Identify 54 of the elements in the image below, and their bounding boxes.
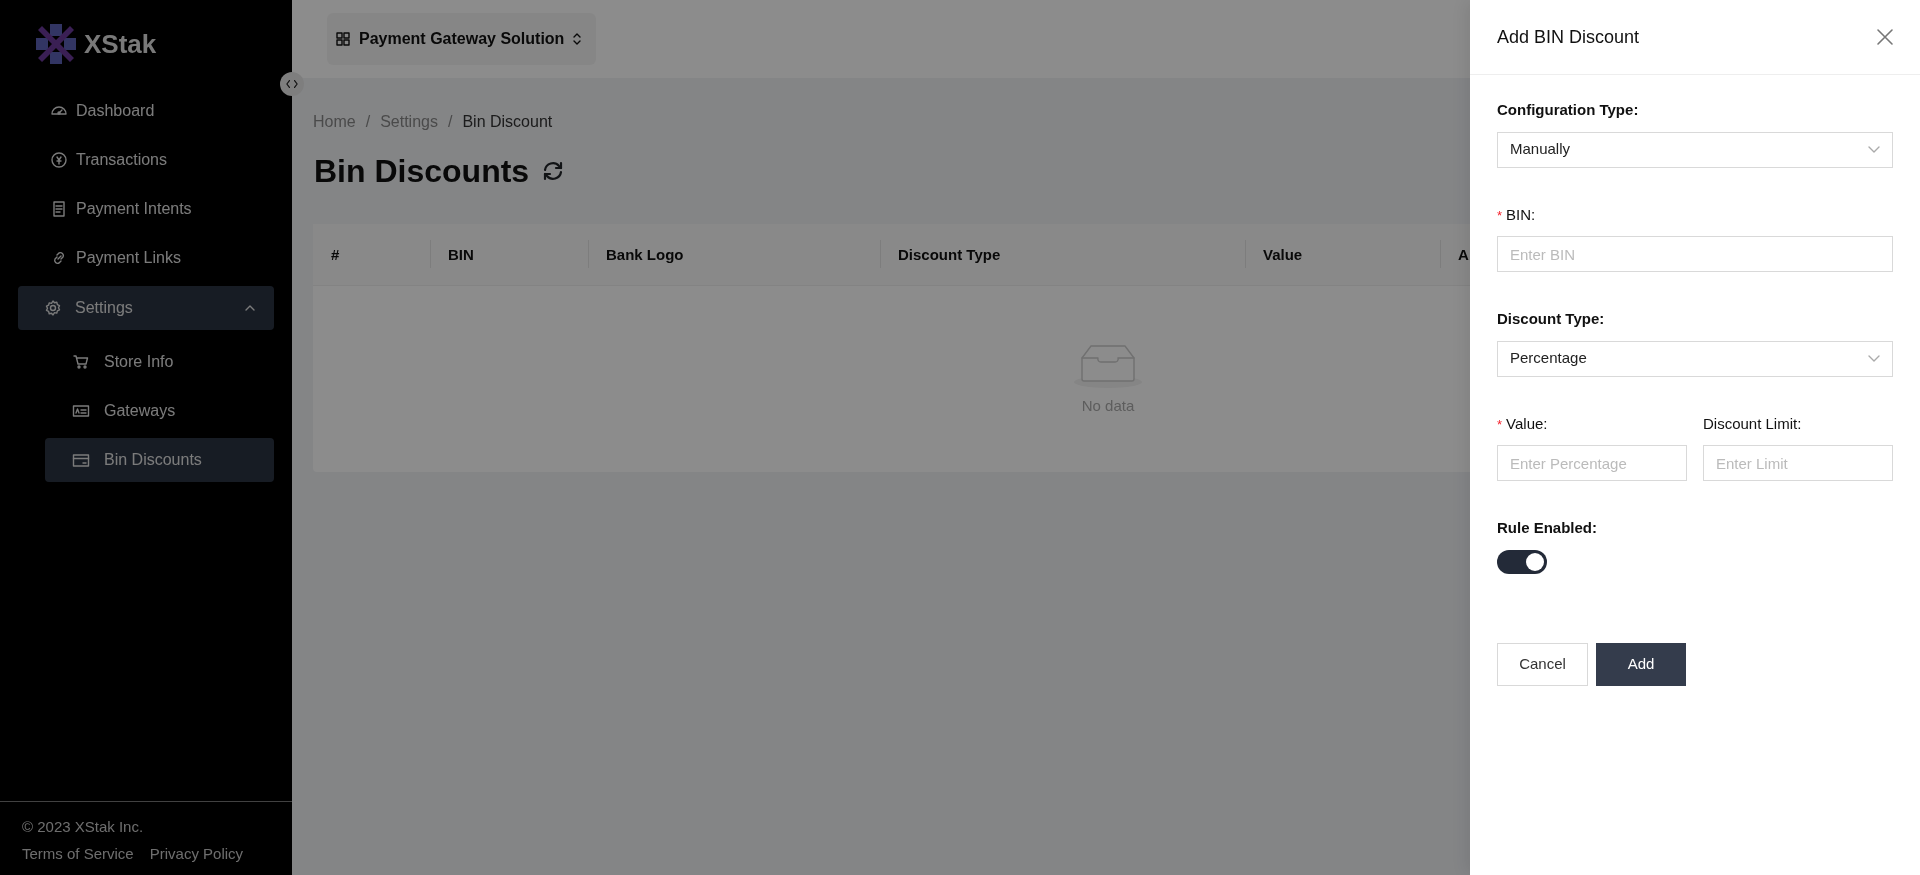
add-button[interactable]: Add (1596, 642, 1686, 686)
breadcrumb-item: Bin Discount (462, 112, 553, 132)
sidebar-item[interactable]: Dashboard (18, 86, 274, 135)
document-icon (50, 199, 68, 218)
chevron-icon (1868, 354, 1880, 363)
footer-link[interactable]: Privacy Policy (149, 842, 244, 865)
field-label: * BIN: (1497, 204, 1537, 225)
input-field[interactable]: Enter Percentage (1497, 445, 1687, 481)
drawer-title: Add BIN Discount (1497, 25, 1640, 49)
input-field[interactable]: Enter BIN (1497, 236, 1893, 272)
field-label: Configuration Type: (1497, 100, 1640, 120)
footer-link[interactable]: Terms of Service (22, 842, 134, 865)
column-header: Discount Type (880, 243, 1245, 267)
column-header: A (1440, 243, 1470, 267)
sort-icon (572, 32, 583, 46)
column-header: # (330, 244, 341, 265)
field-label: Discount Limit: (1703, 413, 1803, 434)
sidebar-item[interactable]: Bin Discounts (45, 438, 274, 482)
field-label: * Value: (1497, 413, 1549, 434)
collapse-button[interactable] (280, 72, 304, 96)
sidebar-item[interactable]: Payment Links (18, 233, 274, 282)
breadcrumb-separator: / (365, 112, 371, 132)
select-field[interactable]: Percentage (1497, 340, 1893, 377)
column-header: Bank Logo (588, 243, 880, 267)
grid-icon (335, 31, 351, 47)
sidebar-item[interactable]: Gateways (45, 389, 274, 433)
id-card-icon (72, 402, 90, 420)
logo-text: XStak (84, 27, 157, 61)
field-label: Discount Type: (1497, 309, 1606, 329)
toggle-switch[interactable] (1497, 549, 1547, 574)
cancel-button[interactable]: Cancel (1497, 642, 1588, 686)
required-mark: * (1497, 416, 1503, 432)
sidebar-item[interactable]: Store Info (45, 340, 274, 384)
credit-card-icon (72, 451, 90, 469)
chevron-icon (1868, 145, 1880, 154)
code-icon (286, 79, 298, 89)
coin-icon (50, 150, 68, 169)
column-header: BIN (430, 243, 588, 267)
sidebar-item[interactable]: Transactions (18, 135, 274, 184)
gear-icon (44, 299, 62, 317)
required-mark: * (1497, 207, 1503, 223)
copyright-text: © 2023 XStak Inc. (22, 817, 145, 837)
sidebar-item[interactable]: Payment Intents (18, 184, 274, 233)
page-title: Bin Discounts (314, 152, 530, 191)
breadcrumb-separator: / (447, 112, 453, 132)
select-field[interactable]: Manually (1497, 131, 1893, 168)
input-field[interactable]: Enter Limit (1703, 445, 1893, 481)
field-label: Rule Enabled: (1497, 518, 1598, 538)
column-header: Value (1245, 243, 1440, 267)
logo-icon (34, 22, 78, 66)
close-icon (1876, 28, 1894, 46)
sidebar-item[interactable]: Settings (18, 286, 274, 330)
project-selector[interactable]: Payment Gateway Solution (327, 13, 597, 65)
cart-icon (72, 353, 90, 371)
